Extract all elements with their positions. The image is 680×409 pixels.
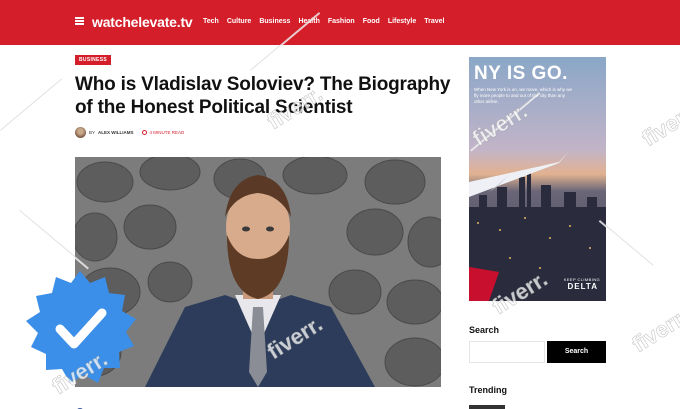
site-logo[interactable]: watchelevate.tv [92,14,193,30]
nav-item-travel[interactable]: Travel [424,18,444,25]
nav-item-culture[interactable]: Culture [227,18,252,25]
clock-icon [141,130,147,135]
by-label: BY [89,130,96,135]
nav-item-business[interactable]: Business [259,18,290,25]
watermark-stroke [0,78,63,132]
site-header: watchelevate.tv Tech Culture Business He… [0,0,680,45]
delta-logo: DELTA [567,282,598,291]
search-input[interactable] [469,341,545,363]
article-meta: BY ALEX WILLIAMS 4 MINUTE READ [75,127,184,138]
nav-item-food[interactable]: Food [363,18,380,25]
search-heading: Search [469,325,500,335]
watermark-text: fiverr. [637,98,680,152]
nav-item-lifestyle[interactable]: Lifestyle [388,18,416,25]
read-time: 4 MINUTE READ [149,130,185,135]
author-avatar[interactable] [75,127,86,138]
nav-item-fashion[interactable]: Fashion [328,18,355,25]
nav-item-tech[interactable]: Tech [203,18,219,25]
menu-icon[interactable] [75,17,84,25]
trending-heading: Trending [469,385,507,395]
watermark-stroke [598,220,654,267]
ad-copy: When New York is on, we move, which is w… [474,87,573,104]
trending-thumbnail[interactable] [469,405,505,409]
main-nav: Tech Culture Business Health Fashion Foo… [203,18,452,25]
ad-headline: NY IS GO. [474,63,568,84]
watermark-text: fiverr. [627,304,680,358]
search-button[interactable]: Search [547,341,606,363]
article-body-start [75,401,441,409]
category-badge[interactable]: BUSINESS [75,55,111,65]
author-name[interactable]: ALEX WILLIAMS [98,130,134,135]
